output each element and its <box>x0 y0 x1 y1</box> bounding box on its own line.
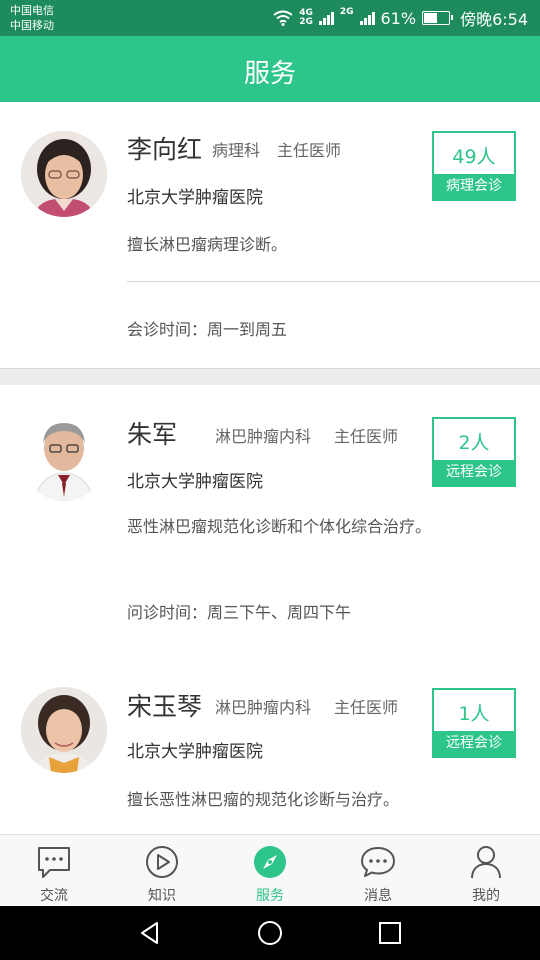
doctor-card[interactable]: 李向红 病理科 主任医师 北京大学肿瘤医院 擅长淋巴瘤病理诊断。 会诊时间：周一… <box>0 102 540 368</box>
network-type-2: 2G <box>339 7 354 17</box>
page-title: 服务 <box>243 59 296 89</box>
tab-knowledge[interactable]: 知识 <box>108 835 216 907</box>
play-circle-icon <box>146 846 178 878</box>
tab-label: 服务 <box>256 888 284 904</box>
doctor-title: 主任医师 <box>277 141 342 160</box>
badge-count: 49人 <box>452 146 496 168</box>
doctor-avatar <box>21 415 107 501</box>
doctor-title: 主任医师 <box>334 698 399 717</box>
tab-profile[interactable]: 我的 <box>432 835 540 907</box>
doctor-name: 宋玉琴 <box>127 692 203 721</box>
carrier-2: 中国移动 <box>10 19 54 32</box>
compass-icon <box>254 846 286 878</box>
tab-label: 知识 <box>148 888 176 904</box>
tab-service[interactable]: 服务 <box>216 835 324 907</box>
doctor-department: 淋巴肿瘤内科 <box>215 698 312 717</box>
consult-badge[interactable]: 49人 病理会诊 <box>432 131 516 201</box>
chat-bubble-icon <box>38 847 70 878</box>
doctor-hospital: 北京大学肿瘤医院 <box>127 188 263 208</box>
home-icon[interactable] <box>257 920 283 946</box>
doctor-name: 李向红 <box>127 135 203 164</box>
network-type-1: 4G 2G <box>299 8 313 27</box>
doctor-card[interactable]: 朱军 淋巴肿瘤内科 主任医师 北京大学肿瘤医院 恶性淋巴瘤规范化诊断和个体化综合… <box>0 385 540 645</box>
system-nav-bar <box>0 906 540 960</box>
consult-schedule: 会诊时间：周一到周五 <box>127 320 288 339</box>
doctor-avatar <box>21 131 107 217</box>
doctor-department: 淋巴肿瘤内科 <box>215 427 312 446</box>
status-indicators: 4G 2G 2G 61% 傍晚6:54 <box>273 6 528 30</box>
signal-icon-1 <box>318 11 334 25</box>
consult-badge[interactable]: 2人 远程会诊 <box>432 417 516 487</box>
card-separator <box>0 368 540 385</box>
badge-count: 2人 <box>458 432 490 454</box>
badge-label: 远程会诊 <box>434 460 514 485</box>
tab-messages[interactable]: 消息 <box>324 835 432 907</box>
bottom-tab-bar: 交流 知识 服务 消息 我的 <box>0 834 540 907</box>
carrier-1: 中国电信 <box>10 4 54 17</box>
badge-label: 病理会诊 <box>434 174 514 199</box>
battery-icon <box>422 11 454 25</box>
signal-icon-2 <box>359 11 375 25</box>
wifi-icon <box>273 10 293 26</box>
person-icon <box>471 846 501 879</box>
doctor-name: 朱军 <box>127 420 178 449</box>
message-icon <box>361 847 395 877</box>
badge-count: 1人 <box>458 703 490 725</box>
status-bar: 中国电信 中国移动 4G 2G 2G 61% 傍晚6:54 <box>0 0 540 36</box>
recents-icon[interactable] <box>377 920 403 946</box>
doctor-hospital: 北京大学肿瘤医院 <box>127 472 263 492</box>
doctor-specialty: 恶性淋巴瘤规范化诊断和个体化综合治疗。 <box>127 517 432 536</box>
tab-chat[interactable]: 交流 <box>0 835 108 907</box>
doctor-card[interactable]: 宋玉琴 淋巴肿瘤内科 主任医师 北京大学肿瘤医院 擅长恶性淋巴瘤的规范化诊断与治… <box>0 660 540 834</box>
tab-label: 我的 <box>472 888 500 904</box>
battery-percent: 61% <box>380 8 417 28</box>
doctor-department: 病理科 <box>212 141 261 160</box>
tab-label: 消息 <box>364 888 392 904</box>
doctor-specialty: 擅长淋巴瘤病理诊断。 <box>127 235 288 254</box>
doctor-avatar <box>21 687 107 773</box>
consult-badge[interactable]: 1人 远程会诊 <box>432 688 516 758</box>
badge-label: 远程会诊 <box>434 731 514 756</box>
back-icon[interactable] <box>137 920 163 946</box>
doctor-title: 主任医师 <box>334 427 399 446</box>
tab-label: 交流 <box>40 888 68 904</box>
divider <box>127 281 540 282</box>
app-header: 服务 <box>0 36 540 102</box>
doctor-hospital: 北京大学肿瘤医院 <box>127 742 263 762</box>
consult-schedule: 问诊时间：周三下午、周四下午 <box>127 603 352 622</box>
doctor-specialty: 擅长恶性淋巴瘤的规范化诊断与治疗。 <box>127 790 400 809</box>
clock: 傍晚6:54 <box>460 10 528 29</box>
